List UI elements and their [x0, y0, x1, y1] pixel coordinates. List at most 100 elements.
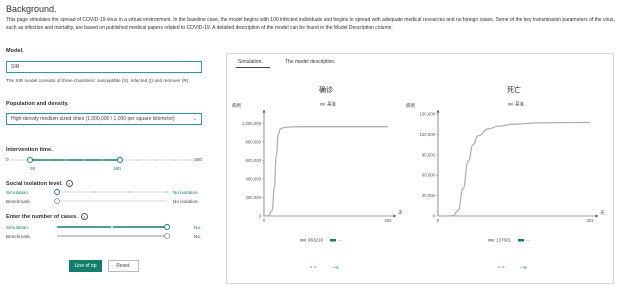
- sim-dash-symbol: - -: [310, 264, 317, 271]
- sim-dash-symbol: - -: [498, 264, 505, 271]
- charts-area: 确诊病例 基准 0 200,000 400,000 600,000 800,000 1,000…: [232, 85, 605, 271]
- intervention-slider[interactable]: [10, 155, 195, 165]
- series-line: [263, 126, 388, 217]
- y-tick-label: 30,000: [422, 193, 436, 198]
- sim-total-value: --: [338, 238, 341, 243]
- page-title: Background.: [6, 4, 57, 14]
- info-icon[interactable]: i: [65, 180, 73, 187]
- population-select-value: High-density medium-sized cities (1,000,…: [11, 116, 175, 122]
- chart-xlabel: 天: [600, 210, 605, 216]
- x-axis-arrow: [595, 214, 598, 218]
- legend-swatch: [320, 103, 325, 106]
- population-label: Population and density.: [6, 101, 69, 107]
- sim-swatch: [518, 239, 524, 242]
- y-tick-label: 150,000: [419, 112, 435, 117]
- info-icon[interactable]: i: [80, 213, 88, 220]
- cases-label: Enter the number of cases. i: [6, 213, 88, 220]
- slider-tick: [173, 159, 175, 161]
- slider-handle-end: [116, 156, 124, 164]
- y-tick-label: 1,000,000: [242, 121, 262, 126]
- slider-tick: [101, 159, 103, 161]
- deaths-chart: 死亡病例 基准 0 30,000 60,000 90,000 120,000 150,000 天…: [406, 85, 605, 271]
- cases-bench-handle: [164, 233, 170, 239]
- confirmed-chart: 确诊病例 基准 0 200,000 400,000 600,000 800,000 1,000…: [232, 85, 403, 271]
- y-axis-arrow: [262, 110, 266, 113]
- isolation-sliders[interactable]: [54, 188, 170, 206]
- series-line: [438, 121, 591, 217]
- sim-percent: --%: [332, 265, 339, 270]
- total-value: 137601: [496, 238, 512, 243]
- legend-label: 基准: [327, 100, 336, 107]
- isolation-sim-handle: [54, 189, 60, 195]
- y-tick-label: 400,000: [245, 176, 261, 181]
- slider-tick: [47, 159, 49, 161]
- sim-percent: --%: [520, 265, 527, 270]
- isolation-bench-handle: [54, 198, 60, 204]
- x-tick-label: 303: [586, 218, 594, 223]
- y-tick-label: 800,000: [245, 139, 261, 144]
- x-tick-label: 0: [437, 218, 440, 223]
- intervention-label: Intervention time.: [6, 147, 53, 153]
- cases-sim-label: Simulation.: [6, 225, 30, 230]
- model-select[interactable]: SIR: [6, 61, 202, 73]
- cases-sim-value: No.: [194, 225, 202, 230]
- isolation-label-text: Social isolation level.: [6, 180, 63, 187]
- chevron-down-icon: ⌄: [192, 116, 197, 122]
- slider-tick: [137, 159, 139, 161]
- isolation-bench-value: No isolation.: [173, 199, 199, 204]
- isolation-sim-label: Simulation.: [6, 190, 30, 195]
- y-axis-arrow: [436, 110, 440, 113]
- population-select[interactable]: High-density medium-sized cities (1,000,…: [6, 113, 202, 125]
- x-axis-arrow: [393, 214, 396, 218]
- intervention-tick-high: 180: [113, 166, 121, 171]
- y-tick-label: 90,000: [422, 152, 436, 157]
- y-tick-label: 120,000: [419, 132, 435, 137]
- y-tick-label: 600,000: [245, 158, 261, 163]
- total-swatch: [300, 239, 306, 242]
- reset-button[interactable]: Reset.: [108, 260, 139, 272]
- model-select-value: SIR: [11, 64, 20, 70]
- cases-sim-handle: [164, 224, 170, 230]
- slider-tick: [191, 159, 193, 161]
- slider-tick: [155, 159, 157, 161]
- slider-tick: [83, 159, 85, 161]
- chart-ylabel: 病例: [232, 102, 241, 109]
- y-tick-label: 0: [433, 214, 436, 219]
- chart-xlabel: 天: [398, 210, 403, 216]
- chart-title: 死亡: [507, 85, 521, 94]
- isolation-sim-tick: [93, 191, 95, 193]
- tab-active-indicator: [236, 67, 270, 69]
- slider-tick: [65, 159, 67, 161]
- x-tick-label: 303: [384, 218, 392, 223]
- y-tick-label: 0: [259, 214, 262, 219]
- isolation-bench-label: Benchmark.: [6, 199, 32, 204]
- y-tick-label: 60,000: [422, 173, 436, 178]
- tab-simulation[interactable]: Simulation.: [238, 59, 263, 65]
- sim-total-value: --: [526, 238, 529, 243]
- legend-label: 基准: [515, 100, 524, 107]
- cases-bench-value: No.: [194, 234, 202, 239]
- intervention-tick-low: 30: [30, 166, 36, 171]
- run-button[interactable]: Line of op: [69, 260, 102, 272]
- cases-label-text: Enter the number of cases.: [6, 213, 78, 220]
- model-note: The SIR model consists of three chambers…: [6, 78, 190, 83]
- tab-model-description[interactable]: The model description.: [285, 59, 336, 65]
- x-tick-label: 0: [263, 218, 266, 223]
- isolation-sim-tick: [166, 191, 168, 193]
- legend-swatch: [508, 103, 513, 106]
- cases-sim-tick: [111, 226, 113, 228]
- cases-bench-label: Benchmark.: [6, 234, 32, 239]
- y-tick-label: 200,000: [245, 195, 261, 200]
- intervention-min: 0: [6, 157, 9, 162]
- total-value: 963210: [308, 238, 324, 243]
- chart-title: 确诊: [319, 85, 333, 94]
- sim-swatch: [330, 239, 336, 242]
- isolation-sim-tick: [129, 191, 131, 193]
- page-description: This page simulates the spread of COVID-…: [6, 17, 615, 31]
- isolation-sim-value: No isolation.: [173, 190, 199, 195]
- slider-tick: [11, 159, 13, 161]
- isolation-label: Social isolation level. i: [6, 180, 73, 187]
- cases-sliders[interactable]: [54, 223, 174, 241]
- model-label: Model.: [6, 48, 24, 54]
- intervention-max: 300: [194, 157, 202, 162]
